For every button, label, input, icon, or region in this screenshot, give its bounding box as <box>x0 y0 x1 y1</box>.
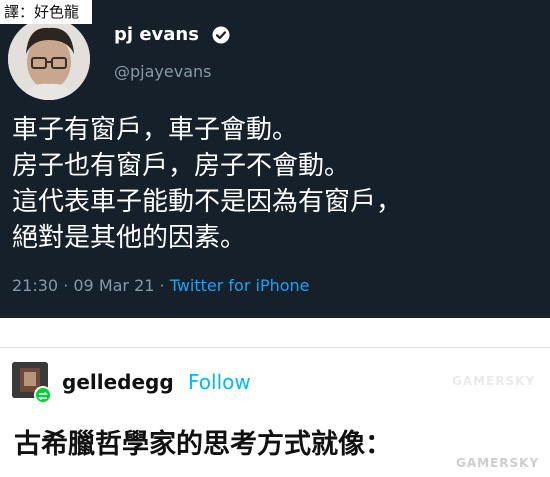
section-divider <box>0 318 550 348</box>
watermark-logo: GAMERSKY <box>452 374 536 388</box>
follow-button[interactable]: Follow <box>188 370 251 394</box>
tweet-line: 這代表車子能動不是因為有窗戶， <box>12 187 403 217</box>
tweet-line: 絕對是其他的因素。 <box>12 223 247 253</box>
post-text: 古希臘哲學家的思考方式就像： <box>14 429 392 460</box>
watermark-logo: GAMERSKY <box>456 456 540 470</box>
verified-badge-icon <box>212 26 230 44</box>
tweet-meta: 21:30 · 09 Mar 21 · Twitter for iPhone <box>12 276 310 295</box>
reblog-icon <box>34 386 52 404</box>
tweet-card: pj evans @pjayevans 車子有窗戶，車子會動。 房子也有窗戶，房… <box>0 0 550 318</box>
blog-username[interactable]: gelledegg <box>62 370 174 394</box>
tweet-timestamp[interactable]: 21:30 · 09 Mar 21 · <box>12 276 170 295</box>
profile-avatar[interactable] <box>8 18 90 100</box>
user-handle[interactable]: @pjayevans <box>114 62 211 81</box>
tweet-source-link[interactable]: Twitter for iPhone <box>170 276 310 295</box>
tweet-line: 車子有窗戶，車子會動。 <box>12 115 299 145</box>
tweet-line: 房子也有窗戶，房子不會動。 <box>12 151 351 181</box>
translator-note: 譯：好色龍 <box>0 0 92 24</box>
tweet-text: 車子有窗戶，車子會動。 房子也有窗戶，房子不會動。 這代表車子能動不是因為有窗戶… <box>12 112 540 256</box>
display-name[interactable]: pj evans <box>114 24 199 45</box>
